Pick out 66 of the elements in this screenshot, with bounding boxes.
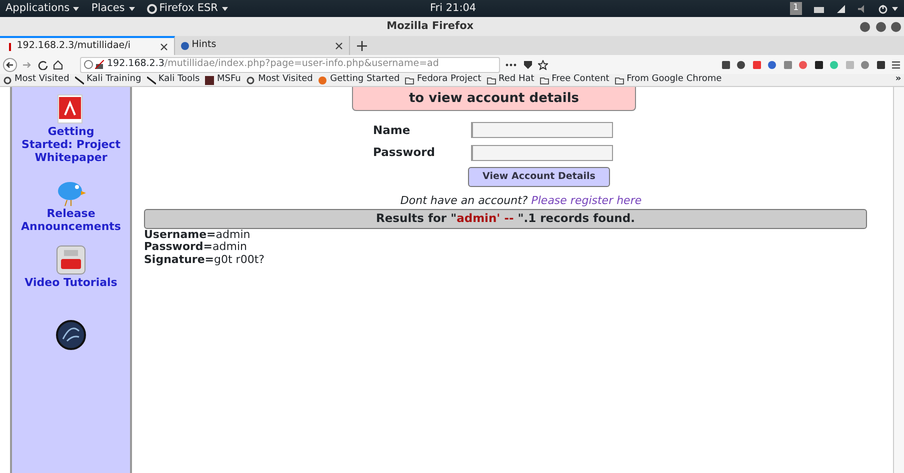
menu-item[interactable]: Applications	[6, 0, 70, 16]
extension-icon[interactable]	[876, 60, 886, 70]
folder-icon	[486, 76, 496, 84]
sidebar-link[interactable]: Release Announcements	[21, 207, 121, 234]
result-line: Password=admin	[144, 241, 248, 254]
address-bar[interactable]: 192.168.2.3/mutillidae/index.php?page=user-info.php&username=ad	[80, 56, 500, 72]
input-field[interactable]	[471, 122, 613, 138]
maximize-icon[interactable]	[876, 22, 886, 32]
workspace-indicator[interactable]: 1	[790, 2, 802, 16]
bookmark-item[interactable]: Most Visited	[246, 73, 313, 87]
bookmark-item[interactable]: Most Visited	[2, 73, 70, 87]
info-icon	[84, 60, 92, 69]
bookmark-item[interactable]: Kali Tools	[146, 73, 200, 87]
volume-icon[interactable]	[856, 4, 867, 14]
close-icon[interactable]	[335, 42, 343, 50]
bookmark-item[interactable]: Red Hat	[486, 73, 534, 87]
browser-tab[interactable]: 192.168.2.3/mutillidae/i	[0, 36, 175, 55]
menu-icon[interactable]	[891, 60, 902, 70]
shield-icon[interactable]	[522, 60, 533, 70]
forward-icon[interactable]	[22, 60, 32, 70]
bookmark-item[interactable]: From Google Chrome	[614, 73, 722, 87]
owasp-logo-icon[interactable]	[55, 318, 87, 351]
result-line: Username=admin	[144, 228, 252, 242]
insecure-lock-icon	[95, 60, 104, 69]
minimize-icon[interactable]	[860, 22, 870, 32]
caret-icon[interactable]	[890, 4, 898, 12]
overflow-chevron[interactable]: »	[895, 73, 902, 87]
submit-button[interactable]: View Account Details	[468, 167, 610, 188]
back-icon[interactable]	[2, 58, 17, 72]
reload-icon[interactable]	[38, 60, 48, 70]
folder-icon	[540, 76, 549, 84]
app-menu[interactable]: Firefox ESR	[159, 0, 218, 16]
video-icon[interactable]	[55, 244, 87, 276]
more-icon[interactable]	[505, 62, 518, 68]
bookmark-item[interactable]: Fedora Project	[405, 73, 482, 87]
register-link[interactable]: Please register here	[531, 194, 642, 207]
close-icon[interactable]	[160, 42, 168, 50]
close-icon[interactable]	[891, 22, 902, 32]
input-field[interactable]	[471, 144, 613, 161]
sidebar-link[interactable]: Video Tutorials	[21, 276, 121, 290]
bookmark-item[interactable]: Getting Started	[318, 73, 400, 87]
extension-icon[interactable]	[814, 60, 824, 70]
bookmark-item[interactable]: Kali Training	[74, 73, 142, 87]
field-label: Name	[373, 122, 412, 138]
bookmark-item[interactable]: Free Content	[540, 73, 610, 87]
signup-prompt: Dont have an account? Please register here	[400, 192, 642, 209]
caret-icon[interactable]	[128, 4, 136, 12]
signal-icon[interactable]	[836, 4, 846, 14]
clock[interactable]: Fri 21:04	[430, 0, 476, 16]
thumbnail-icon	[205, 76, 214, 84]
new-tab-icon[interactable]	[356, 40, 368, 52]
window-title: Mozilla Firefox	[386, 18, 475, 34]
home-icon[interactable]	[53, 60, 64, 70]
sidebar-link[interactable]: Getting Started: Project Whitepaper	[21, 124, 121, 164]
form-heading: to view account details	[352, 87, 636, 110]
caret-icon[interactable]	[220, 4, 229, 12]
folder-icon	[614, 76, 624, 84]
menu-item[interactable]: Places	[91, 0, 125, 16]
results-header: Results for "admin' -- ".1 records found.	[144, 209, 867, 228]
star-icon[interactable]	[538, 60, 548, 70]
field-label: Password	[373, 144, 436, 162]
folder-icon	[405, 76, 414, 84]
caret-icon[interactable]	[72, 4, 80, 12]
scrollbar[interactable]	[893, 87, 904, 473]
result-line: Signature=g0t r00t?	[144, 254, 266, 266]
bookmark-item[interactable]: MSFu	[205, 73, 241, 87]
